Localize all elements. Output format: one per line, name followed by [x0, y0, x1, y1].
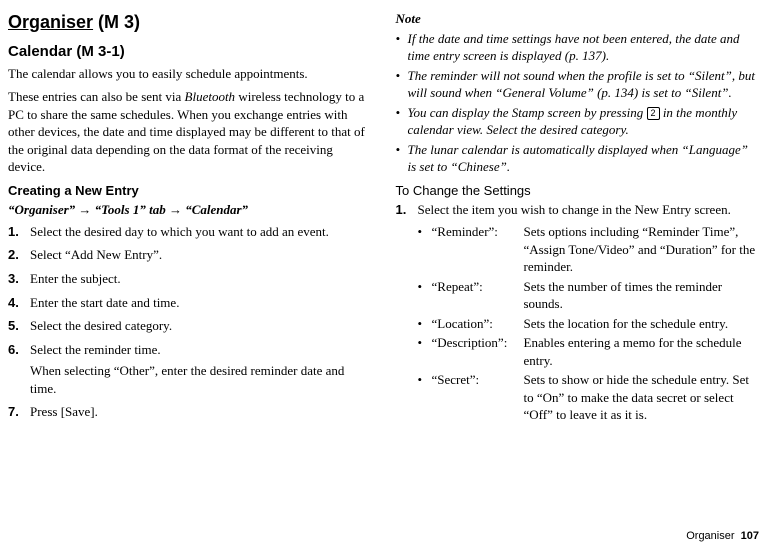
step-text: Press [Save].	[30, 403, 372, 421]
page-footer: Organiser 107	[8, 529, 759, 544]
key-icon: 2	[647, 107, 660, 120]
settings-step: 1. Select the item you wish to change in…	[396, 201, 760, 426]
option-desc: Sets options including “Reminder Time”, …	[524, 223, 760, 276]
title-main: Organiser	[8, 12, 93, 32]
subtitle: Calendar (M 3-1)	[8, 42, 372, 62]
subtitle-code: (M 3-1)	[72, 43, 125, 60]
note-item: • The reminder will not sound when the p…	[396, 67, 760, 102]
step-item: 5. Select the desired category.	[8, 317, 372, 335]
note-text: The lunar calendar is automatically disp…	[408, 141, 760, 176]
step-item: 7. Press [Save].	[8, 403, 372, 421]
step-text: Select the reminder time. When selecting…	[30, 341, 372, 398]
option-desc: Sets the location for the schedule entry…	[524, 315, 760, 333]
bullet-icon: •	[418, 223, 432, 276]
step-number: 5.	[8, 317, 30, 335]
step-number: 2.	[8, 246, 30, 264]
note-item: • The lunar calendar is automatically di…	[396, 141, 760, 176]
bullet-icon: •	[396, 67, 408, 102]
step-text: Select the item you wish to change in th…	[418, 201, 760, 219]
step-item: 4. Enter the start date and time.	[8, 294, 372, 312]
step-number: 4.	[8, 294, 30, 312]
note-text: If the date and time settings have not b…	[408, 30, 760, 65]
step-text: Select the desired day to which you want…	[30, 223, 372, 241]
settings-heading: To Change the Settings	[396, 182, 760, 200]
step-text: Enter the start date and time.	[30, 294, 372, 312]
option-item: • “Location”: Sets the location for the …	[418, 315, 760, 333]
step-text: Select the desired category.	[30, 317, 372, 335]
note-text: The reminder will not sound when the pro…	[408, 67, 760, 102]
option-label: “Secret”:	[432, 371, 524, 424]
title-code: (M 3)	[93, 12, 140, 32]
steps-list: 1. Select the desired day to which you w…	[8, 223, 372, 421]
note-item: • You can display the Stamp screen by pr…	[396, 104, 760, 139]
intro-paragraph-1: The calendar allows you to easily schedu…	[8, 65, 372, 83]
bullet-icon: •	[418, 334, 432, 369]
option-label: “Description”:	[432, 334, 524, 369]
bullet-icon: •	[396, 141, 408, 176]
step-text: Select “Add New Entry”.	[30, 246, 372, 264]
step-item: 2. Select “Add New Entry”.	[8, 246, 372, 264]
right-column: Note • If the date and time settings hav…	[396, 10, 760, 525]
note-text: You can display the Stamp screen by pres…	[408, 104, 760, 139]
option-item: • “Secret”: Sets to show or hide the sch…	[418, 371, 760, 424]
step-number: 1.	[8, 223, 30, 241]
left-column: Organiser (M 3) Calendar (M 3-1) The cal…	[8, 10, 372, 525]
option-desc: Sets to show or hide the schedule entry.…	[524, 371, 760, 424]
options-list: • “Reminder”: Sets options including “Re…	[418, 223, 760, 424]
note-heading: Note	[396, 10, 760, 28]
section-create-entry: Creating a New Entry	[8, 182, 372, 200]
bullet-icon: •	[418, 371, 432, 424]
footer-label: Organiser	[686, 530, 734, 542]
option-item: • “Repeat”: Sets the number of times the…	[418, 278, 760, 313]
step-item: 6. Select the reminder time. When select…	[8, 341, 372, 398]
step-item: 1. Select the desired day to which you w…	[8, 223, 372, 241]
option-label: “Location”:	[432, 315, 524, 333]
option-item: • “Description”: Enables entering a memo…	[418, 334, 760, 369]
step-subtext: When selecting “Other”, enter the desire…	[30, 362, 372, 397]
bullet-icon: •	[418, 315, 432, 333]
step-text: Enter the subject.	[30, 270, 372, 288]
option-desc: Sets the number of times the reminder so…	[524, 278, 760, 313]
option-label: “Repeat”:	[432, 278, 524, 313]
note-item: • If the date and time settings have not…	[396, 30, 760, 65]
step-number: 7.	[8, 403, 30, 421]
nav-path: “Organiser” → “Tools 1” tab → “Calendar”	[8, 201, 372, 219]
option-desc: Enables entering a memo for the schedule…	[524, 334, 760, 369]
option-item: • “Reminder”: Sets options including “Re…	[418, 223, 760, 276]
bullet-icon: •	[418, 278, 432, 313]
option-label: “Reminder”:	[432, 223, 524, 276]
bullet-icon: •	[396, 104, 408, 139]
intro-paragraph-2: These entries can also be sent via Bluet…	[8, 88, 372, 176]
page-title: Organiser (M 3)	[8, 10, 372, 34]
step-number: 3.	[8, 270, 30, 288]
note-list: • If the date and time settings have not…	[396, 30, 760, 176]
subtitle-main: Calendar	[8, 43, 72, 60]
step-number: 6.	[8, 341, 30, 398]
page-number: 107	[741, 530, 759, 542]
bullet-icon: •	[396, 30, 408, 65]
step-item: 3. Enter the subject.	[8, 270, 372, 288]
step-number: 1.	[396, 201, 418, 426]
